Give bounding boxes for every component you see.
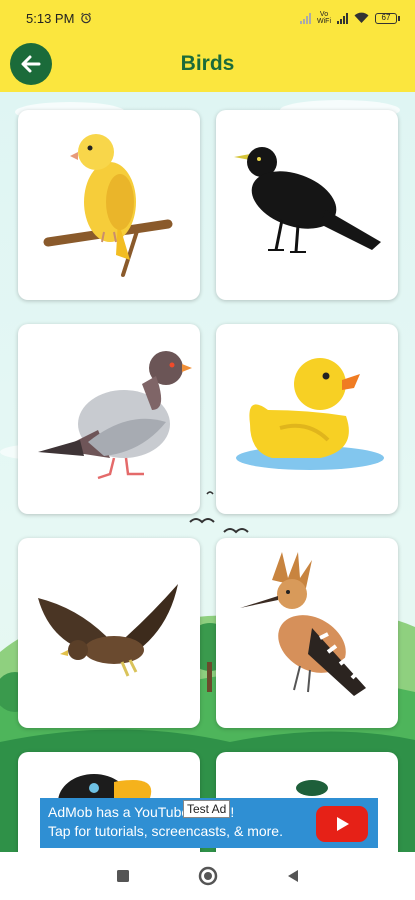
page-title: Birds xyxy=(180,52,235,75)
app-bar: Birds xyxy=(0,36,415,92)
back-button[interactable] xyxy=(10,43,52,85)
duck-icon xyxy=(236,358,384,470)
canary-icon xyxy=(43,134,173,277)
arrow-left-icon xyxy=(21,55,41,73)
blackbird-icon xyxy=(234,147,381,253)
alarm-icon xyxy=(81,12,92,24)
volte-wifi-label: Vo WiFi xyxy=(317,11,331,25)
bird-card-canary[interactable] xyxy=(18,110,200,300)
bird-grid-area[interactable] xyxy=(0,92,415,852)
signal-icon xyxy=(300,12,311,24)
test-ad-badge: Test Ad xyxy=(183,800,231,818)
circle-icon[interactable] xyxy=(198,866,218,886)
system-nav-bar xyxy=(0,852,415,900)
hoopoe-icon xyxy=(240,552,366,696)
triangle-back-icon[interactable] xyxy=(286,868,300,884)
status-bar: 5:13 PM Vo WiFi 67 xyxy=(0,0,415,36)
bird-card-hoopoe[interactable] xyxy=(216,538,398,728)
wifi-icon xyxy=(354,12,369,23)
bird-card-eagle[interactable] xyxy=(18,538,200,728)
status-time: 5:13 PM xyxy=(26,10,75,26)
eagle-icon xyxy=(38,584,178,677)
bird-card-blackbird[interactable] xyxy=(216,110,398,300)
bird-card-pigeon[interactable] xyxy=(18,324,200,514)
pigeon-icon xyxy=(38,351,192,480)
signal-icon-2 xyxy=(337,12,348,24)
square-icon[interactable] xyxy=(116,869,130,883)
youtube-icon xyxy=(316,806,368,842)
battery-icon: 67 xyxy=(375,12,400,24)
bird-card-duck[interactable] xyxy=(216,324,398,514)
